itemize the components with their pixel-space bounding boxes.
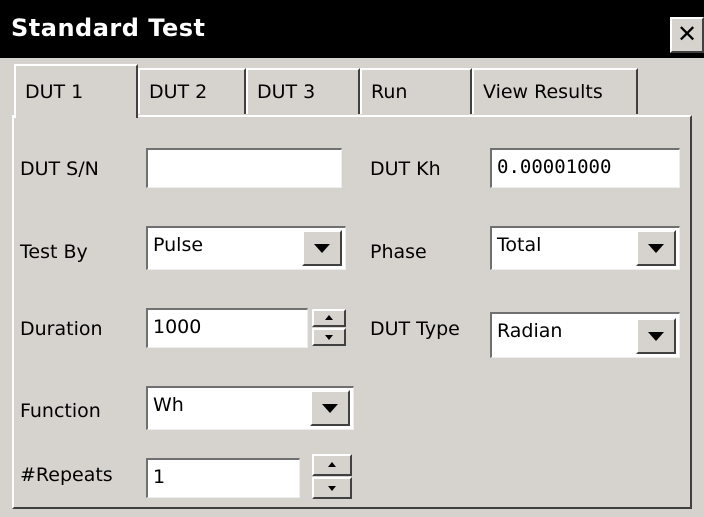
- window-title: Standard Test: [11, 14, 206, 42]
- tab-dut-1[interactable]: DUT 1: [14, 64, 138, 118]
- tab-view-results[interactable]: View Results: [472, 68, 638, 114]
- tab-panel-dut-1: [12, 115, 692, 509]
- tab-label: DUT 2: [149, 81, 208, 103]
- tab-label: Run: [371, 81, 408, 103]
- tab-dut-3[interactable]: DUT 3: [246, 68, 360, 114]
- tab-label: DUT 3: [257, 81, 316, 103]
- close-button[interactable]: ✕: [670, 17, 704, 53]
- tab-run[interactable]: Run: [360, 68, 472, 114]
- tab-label: DUT 1: [25, 81, 84, 103]
- tab-dut-2[interactable]: DUT 2: [138, 68, 246, 114]
- tab-label: View Results: [483, 81, 603, 103]
- title-bar: Standard Test ✕: [0, 0, 704, 58]
- close-icon: ✕: [676, 20, 698, 48]
